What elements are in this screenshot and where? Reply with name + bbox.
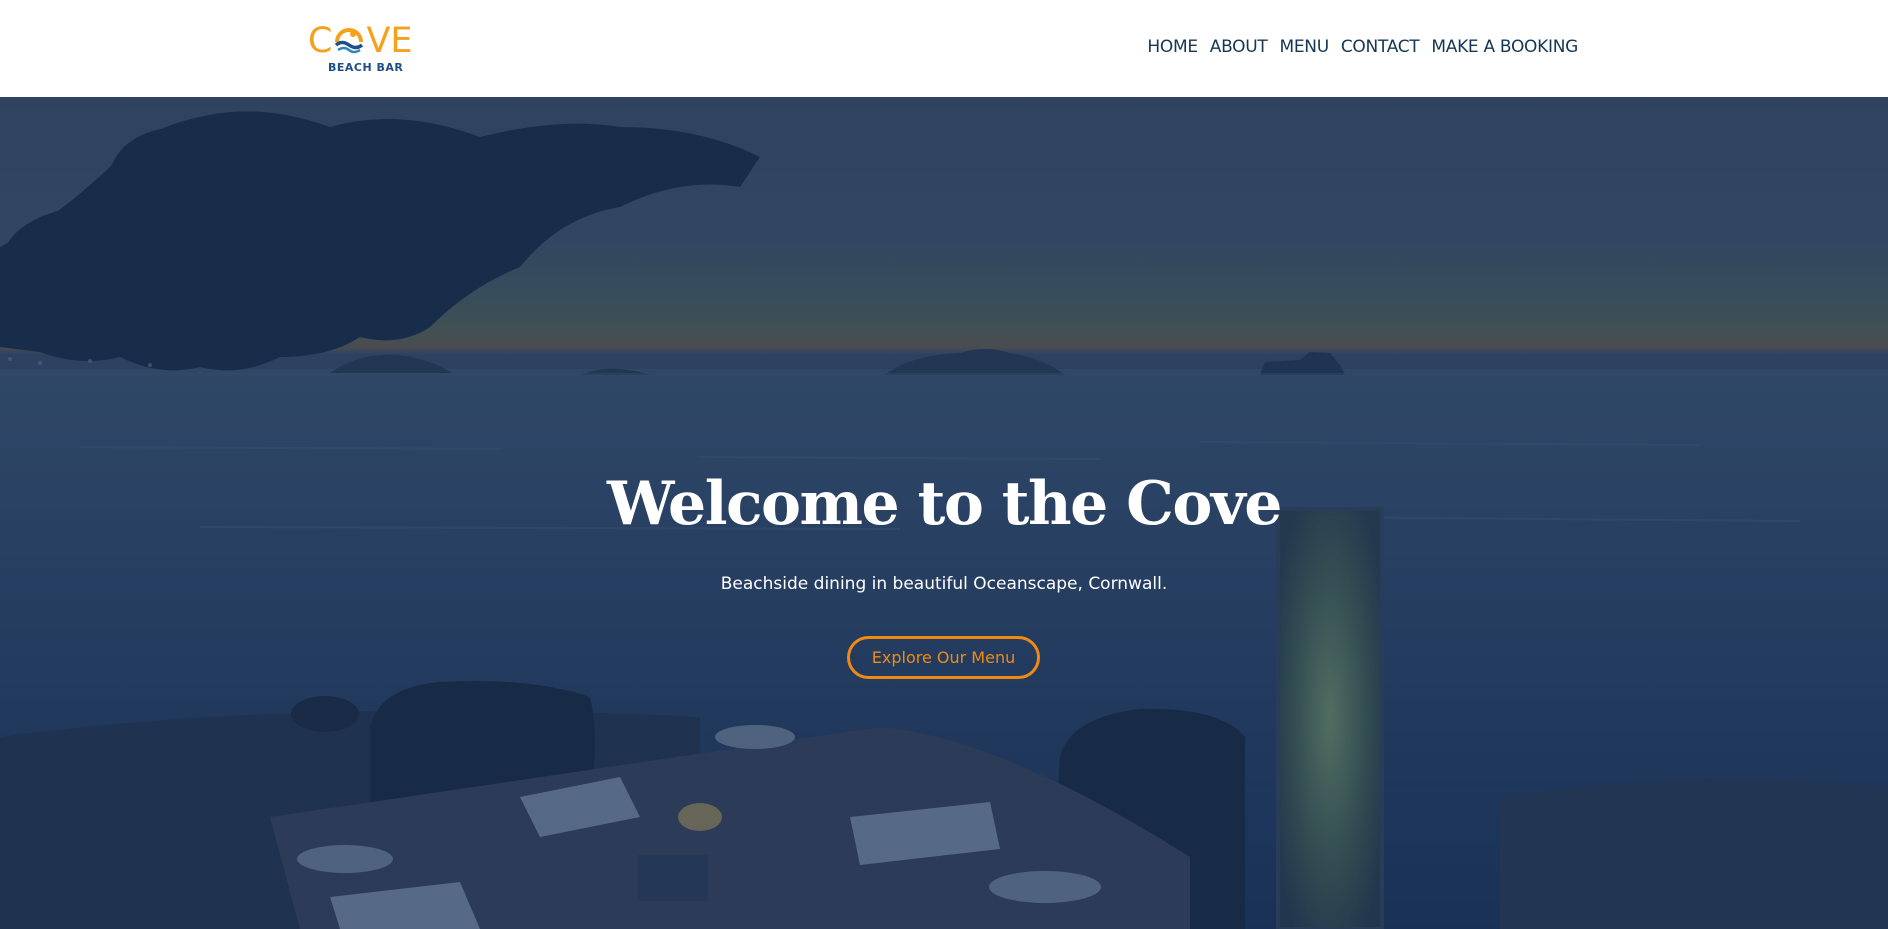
logo-letter-v: V	[366, 21, 391, 61]
logo-wordmark: C V E	[308, 21, 413, 61]
hero-title: Welcome to the Cove	[607, 469, 1282, 539]
nav-item-about[interactable]: ABOUT	[1204, 36, 1274, 58]
hero-subtitle: Beachside dining in beautiful Oceanscape…	[720, 574, 1168, 594]
explore-menu-button[interactable]: Explore Our Menu	[847, 636, 1040, 679]
nav-item-home[interactable]: HOME	[1141, 36, 1203, 58]
logo-letter-e: E	[390, 21, 413, 61]
site-header: C V E BEACH BAR HOME ABOUT MENU CONTACT …	[0, 0, 1888, 97]
hero-section: Welcome to the Cove Beachside dining in …	[0, 97, 1888, 929]
main-navigation: HOME ABOUT MENU CONTACT MAKE A BOOKING	[1141, 36, 1584, 58]
sun-wave-icon	[333, 25, 365, 57]
nav-item-menu[interactable]: MENU	[1273, 36, 1334, 58]
cove-logo[interactable]: C V E BEACH BAR	[308, 21, 413, 75]
logo-subtitle: BEACH BAR	[328, 61, 404, 74]
nav-item-make-a-booking[interactable]: MAKE A BOOKING	[1425, 36, 1584, 58]
nav-item-contact[interactable]: CONTACT	[1335, 36, 1426, 58]
hero-content: Welcome to the Cove Beachside dining in …	[0, 97, 1888, 929]
logo-letter-c: C	[308, 21, 333, 61]
